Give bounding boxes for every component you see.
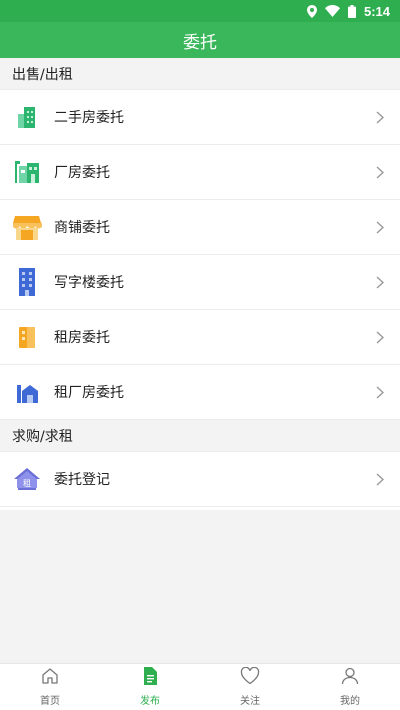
user-icon bbox=[341, 667, 359, 689]
office-building-icon bbox=[12, 267, 42, 297]
list-item-label: 商铺委托 bbox=[54, 220, 110, 236]
chevron-right-icon bbox=[374, 110, 386, 124]
empty-area bbox=[0, 510, 400, 663]
register-badge: 租 bbox=[23, 479, 31, 488]
tab-label: 发布 bbox=[140, 696, 160, 707]
section-title: 出售/出租 bbox=[12, 66, 73, 83]
list-item-label: 二手房委托 bbox=[54, 110, 124, 126]
list-item-office-building[interactable]: 写字楼委托 bbox=[0, 255, 400, 310]
list-item-label: 写字楼委托 bbox=[54, 275, 124, 291]
status-time: 5:14 bbox=[363, 3, 390, 19]
list-item-second-hand-house[interactable]: 二手房委托 bbox=[0, 90, 400, 145]
tab-mine[interactable]: 我的 bbox=[300, 664, 400, 710]
chevron-right-icon bbox=[374, 275, 386, 289]
list-item-label: 租房委托 bbox=[54, 330, 110, 346]
bottom-tab-bar: 首页 发布 关注 我的 bbox=[0, 663, 400, 710]
tab-label: 关注 bbox=[240, 696, 260, 707]
list-item-factory[interactable]: 厂房委托 bbox=[0, 145, 400, 200]
wifi-icon bbox=[324, 5, 340, 17]
list-item-shop[interactable]: 商铺委托 bbox=[0, 200, 400, 255]
register-house-icon: 租 bbox=[12, 464, 42, 494]
list-item-label: 委托登记 bbox=[54, 472, 110, 488]
title-bar: 委托 bbox=[0, 22, 400, 58]
list-item-register[interactable]: 租 委托登记 bbox=[0, 452, 400, 507]
section-header-sell-rent: 出售/出租 bbox=[0, 58, 400, 90]
rent-factory-icon bbox=[12, 377, 42, 407]
page-title: 委托 bbox=[183, 32, 217, 53]
status-bar: 5:14 bbox=[0, 0, 400, 22]
heart-icon bbox=[240, 666, 260, 689]
content-area: 出售/出租 二手房委托 厂房委托 商铺委托 写字楼委托 租房委托 租厂房委托 求… bbox=[0, 58, 400, 663]
factory-icon bbox=[12, 157, 42, 187]
tab-publish[interactable]: 发布 bbox=[100, 664, 200, 710]
chevron-right-icon bbox=[374, 165, 386, 179]
shop-icon bbox=[12, 212, 42, 242]
chevron-right-icon bbox=[374, 330, 386, 344]
section-title: 求购/求租 bbox=[12, 428, 73, 445]
tab-home[interactable]: 首页 bbox=[0, 664, 100, 710]
chevron-right-icon bbox=[374, 220, 386, 234]
publish-document-icon bbox=[142, 667, 158, 689]
second-hand-house-icon bbox=[12, 102, 42, 132]
tab-label: 首页 bbox=[40, 696, 60, 707]
rental-house-icon bbox=[12, 322, 42, 352]
section-header-buy-rent: 求购/求租 bbox=[0, 420, 400, 452]
chevron-right-icon bbox=[374, 385, 386, 399]
list-item-label: 厂房委托 bbox=[54, 165, 110, 181]
tab-follow[interactable]: 关注 bbox=[200, 664, 300, 710]
list-item-label: 租厂房委托 bbox=[54, 385, 124, 401]
list-item-rental-house[interactable]: 租房委托 bbox=[0, 310, 400, 365]
tab-label: 我的 bbox=[340, 696, 360, 707]
location-icon bbox=[306, 4, 317, 18]
home-icon bbox=[41, 667, 59, 689]
list-item-rent-factory[interactable]: 租厂房委托 bbox=[0, 365, 400, 420]
chevron-right-icon bbox=[374, 472, 386, 486]
battery-icon bbox=[347, 4, 356, 18]
